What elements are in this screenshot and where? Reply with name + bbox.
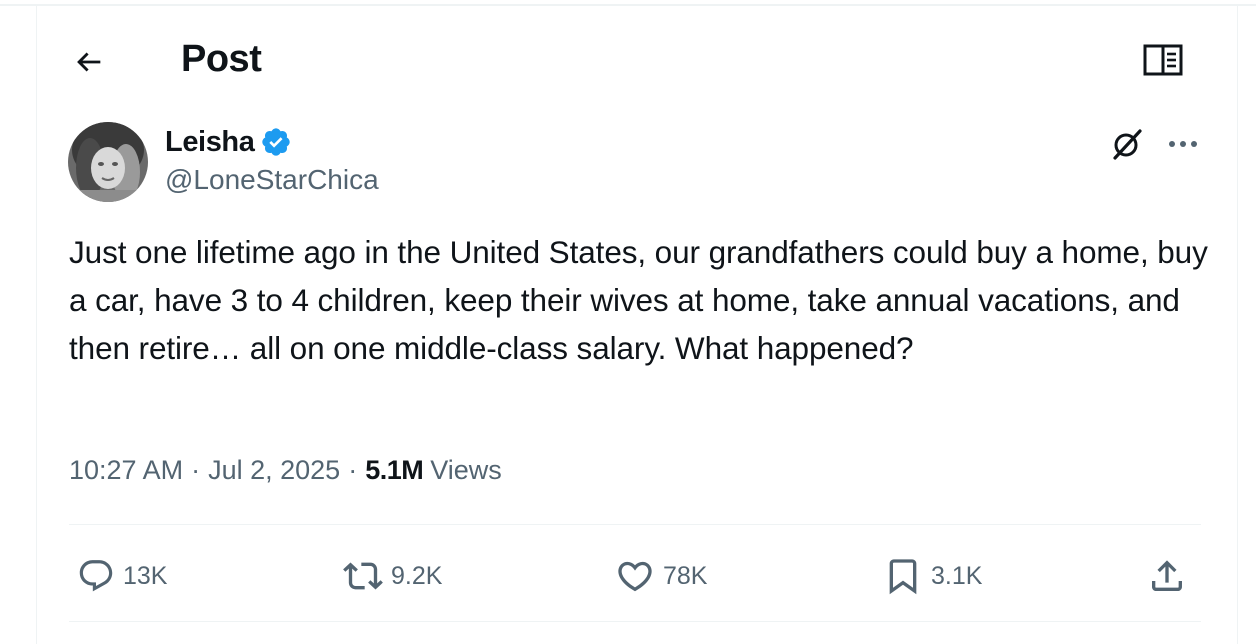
bookmark-count: 3.1K — [931, 561, 983, 590]
reader-mode-icon — [1143, 44, 1183, 76]
share-icon — [1152, 560, 1182, 591]
divider — [69, 524, 1201, 525]
author-name-group[interactable]: Leisha — [165, 124, 292, 160]
reply-icon — [79, 560, 113, 592]
arrow-left-icon — [77, 52, 101, 72]
reply-count: 13K — [123, 561, 168, 590]
grok-button[interactable] — [1107, 124, 1147, 164]
views-label: Views — [430, 454, 502, 485]
repost-count: 9.2K — [391, 561, 443, 590]
meta-separator: · — [191, 454, 201, 485]
page-title: Post — [181, 38, 262, 80]
views-count: 5.1M — [365, 454, 424, 485]
post-text: Just one lifetime ago in the United Stat… — [69, 234, 1208, 366]
meta-separator: · — [348, 454, 358, 485]
grok-icon — [1113, 129, 1142, 160]
back-button[interactable] — [65, 38, 113, 86]
bookmark-icon — [889, 559, 917, 595]
repost-icon — [343, 562, 383, 590]
avatar[interactable] — [68, 122, 148, 202]
repost-button[interactable]: 9.2K — [343, 546, 442, 606]
verified-badge-icon — [260, 126, 292, 158]
action-bar: 13K 9.2K 78K 3.1K — [37, 546, 1237, 606]
divider — [69, 621, 1201, 622]
share-button[interactable] — [1147, 546, 1187, 606]
like-button[interactable]: 78K — [615, 546, 707, 606]
author-name: Leisha — [165, 125, 255, 158]
heart-icon — [618, 561, 652, 592]
post-date[interactable]: Jul 2, 2025 — [208, 455, 340, 486]
post-time[interactable]: 10:27 AM — [69, 455, 183, 486]
like-count: 78K — [663, 561, 708, 590]
post-header: Post — [37, 6, 1237, 112]
avatar-image — [68, 122, 148, 202]
more-dots-icon — [1169, 141, 1197, 147]
author-row: Leisha @LoneStarChica — [37, 112, 1237, 212]
bookmark-button[interactable]: 3.1K — [883, 546, 982, 606]
post-detail-panel: Post Leisha @LoneStarChica Just one life… — [36, 6, 1238, 644]
author-handle[interactable]: @LoneStarChica — [165, 164, 379, 196]
more-options-button[interactable] — [1161, 124, 1205, 164]
reply-button[interactable]: 13K — [77, 546, 167, 606]
post-meta: 10:27 AM · Jul 2, 2025 · 5.1M Views — [69, 452, 502, 488]
reader-mode-button[interactable] — [1139, 36, 1187, 84]
